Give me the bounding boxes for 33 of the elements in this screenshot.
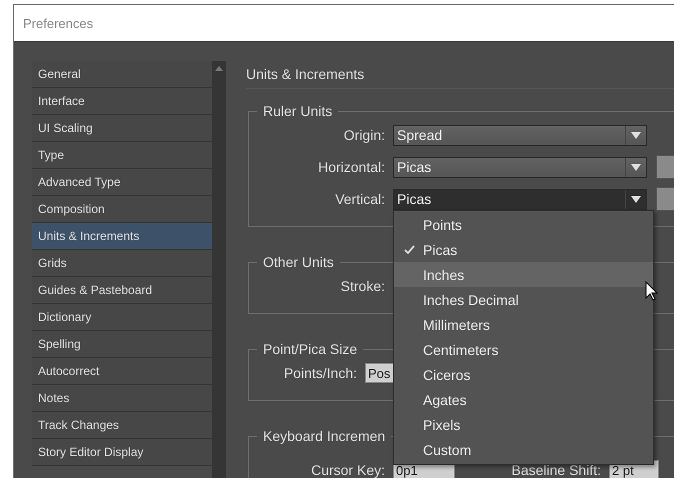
window-title: Preferences xyxy=(23,16,94,30)
scrollbar[interactable] xyxy=(212,61,226,478)
scroll-up-icon[interactable] xyxy=(215,66,223,71)
menu-item[interactable]: Inches xyxy=(394,262,653,287)
checkmark-icon xyxy=(404,245,415,254)
group-title: Other Units xyxy=(262,254,335,270)
field-label: Stroke: xyxy=(340,278,385,294)
menu-item[interactable]: Agates xyxy=(394,387,653,412)
menu-item[interactable]: Pixels xyxy=(394,412,653,437)
mouse-pointer-icon xyxy=(645,281,658,301)
field-label: Cursor Key: xyxy=(310,462,385,478)
caret-icon xyxy=(631,164,641,170)
menu-item[interactable]: Custom xyxy=(394,437,653,462)
menu-item[interactable]: Centimeters xyxy=(394,337,653,362)
caret-icon xyxy=(631,196,641,202)
field-label: Origin: xyxy=(342,127,385,143)
menu-item[interactable]: Millimeters xyxy=(394,312,653,337)
dropdown[interactable]: Picas xyxy=(393,156,647,178)
menu-item[interactable]: Points xyxy=(394,212,653,237)
sidebar-item[interactable]: Units & Increments xyxy=(32,223,212,250)
field-label: Horizontal: xyxy=(317,159,385,175)
dropdown[interactable]: Spread xyxy=(393,124,647,146)
section-heading: Units & Increments xyxy=(246,66,674,89)
field-label: Points/Inch: xyxy=(282,365,357,381)
menu-item[interactable]: Ciceros xyxy=(394,362,653,387)
group-title: Keyboard Incremen xyxy=(262,428,386,444)
field-label: Baseline Shift: xyxy=(510,462,601,478)
menu-item[interactable]: Picas xyxy=(394,237,653,262)
dropdown[interactable]: Picas xyxy=(393,188,647,210)
caret-icon xyxy=(631,132,641,138)
group-title: Point/Pica Size xyxy=(262,341,358,357)
group-title: Ruler Units xyxy=(262,103,334,119)
field-label: Vertical: xyxy=(334,191,385,207)
